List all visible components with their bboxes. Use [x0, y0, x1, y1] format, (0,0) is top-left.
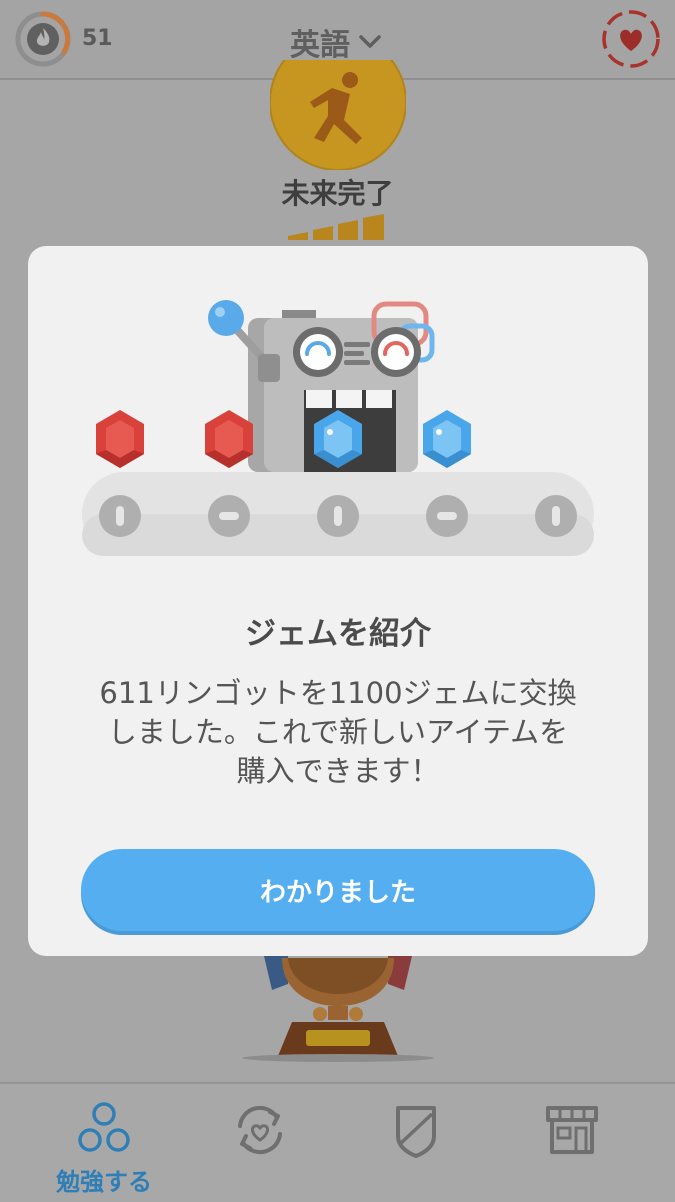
dialog-message-line-2: しました。これで新しいアイテムを [107, 715, 569, 749]
conveyor-belt [82, 472, 594, 556]
gem-intro-dialog: ジェムを紹介 611リンゴットを1100ジェムに交換 しました。これで新しいアイ… [28, 246, 648, 956]
dialog-message-line-1: 611リンゴットを1100ジェムに交換 [99, 676, 577, 710]
skill-title: 未来完了 [281, 177, 394, 210]
chevron-down-icon [359, 35, 381, 48]
dialog-message: 611リンゴットを1100ジェムに交換 しました。これで新しいアイテムを 購入で… [68, 674, 608, 791]
trophy-illustration [242, 956, 434, 1062]
gem-exchange-machine-illustration [82, 300, 594, 556]
circles-icon [78, 1102, 130, 1152]
ruby-gem-1 [96, 410, 144, 468]
heart-icon [620, 29, 642, 51]
language-selector[interactable]: 英語 [290, 20, 382, 64]
streak-count: 51 [82, 26, 113, 51]
dialog-message-line-3: 購入できます！ [236, 754, 440, 788]
shop-icon [546, 1106, 598, 1154]
ruby-gem-2 [205, 410, 253, 468]
skill-level-bars [288, 214, 384, 240]
tab-learn-label: 勉強する [56, 1168, 152, 1196]
skill-medal[interactable] [270, 60, 406, 170]
tab-learn[interactable]: 勉強する [44, 1094, 164, 1196]
shield-icon [396, 1106, 436, 1158]
streak-indicator[interactable] [14, 10, 72, 68]
tab-practice[interactable] [200, 1094, 320, 1194]
language-label: 英語 [290, 28, 350, 63]
bottom-tab-bar: 勉強する [0, 1082, 675, 1202]
tab-shop[interactable] [512, 1094, 632, 1194]
dialog-title: ジェムを紹介 [245, 616, 431, 652]
hearts-button[interactable] [600, 8, 662, 70]
tab-league[interactable] [356, 1094, 476, 1194]
flame-icon [27, 23, 59, 55]
sapphire-gem-2 [423, 410, 471, 468]
practice-heart-icon [238, 1105, 282, 1155]
got-it-button[interactable]: わかりました [81, 849, 595, 931]
